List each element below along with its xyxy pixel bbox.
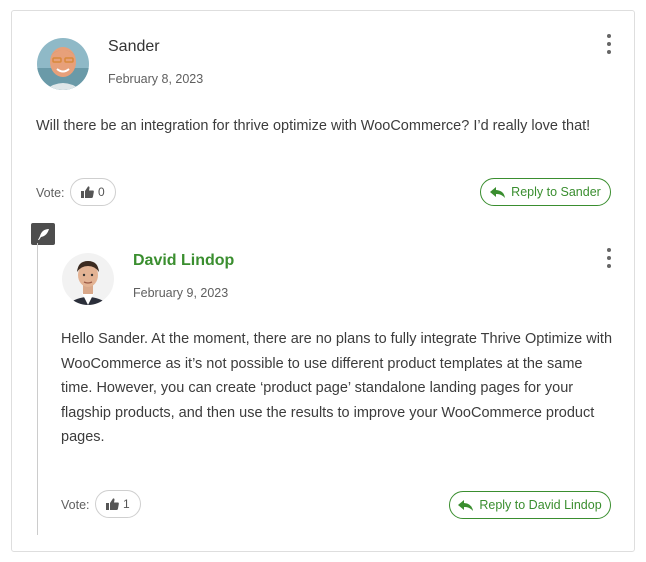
thumbs-up-icon xyxy=(106,498,119,510)
thread-badge xyxy=(31,223,55,245)
reply-button[interactable]: Reply to Sander xyxy=(480,178,611,206)
reply-text-line: pages. xyxy=(61,429,105,445)
sander-avatar xyxy=(37,38,89,90)
thumbs-up-icon xyxy=(81,186,94,198)
reply-date: February 9, 2023 xyxy=(133,286,229,300)
comment-date: February 8, 2023 xyxy=(108,72,204,86)
kebab-menu-icon[interactable] xyxy=(604,34,614,54)
vote-button[interactable]: 0 xyxy=(70,178,116,206)
reply-text: Hello Sander. At the moment, there are n… xyxy=(61,327,626,450)
reply-text-line: time. However, you can create ‘product p… xyxy=(61,380,574,396)
reply-arrow-icon xyxy=(490,186,506,198)
reply-text-line: Hello Sander. At the moment, there are n… xyxy=(61,331,613,347)
reply-text-line: flagship products, and then use the resu… xyxy=(61,404,595,421)
vote-label: Vote: xyxy=(61,498,90,512)
reply-author[interactable]: David Lindop xyxy=(133,252,234,270)
comment-author[interactable]: Sander xyxy=(108,38,160,56)
reply-button-label: Reply to David Lindop xyxy=(479,498,602,512)
thread-line xyxy=(37,243,38,535)
vote-count: 0 xyxy=(98,185,105,199)
reply-text-line: WooCommerce as it’s not possible to use … xyxy=(61,355,583,372)
kebab-menu-icon[interactable] xyxy=(604,248,614,268)
comment-text: Will there be an integration for thrive … xyxy=(36,118,591,134)
comment-card: Sander February 8, 2023 Will there be an… xyxy=(11,10,635,552)
reply-button[interactable]: Reply to David Lindop xyxy=(449,491,611,519)
feather-icon xyxy=(37,228,49,240)
reply-button-label: Reply to Sander xyxy=(511,185,601,199)
vote-button[interactable]: 1 xyxy=(95,490,141,518)
reply-arrow-icon xyxy=(458,499,474,511)
david-lindop-avatar xyxy=(62,253,114,305)
vote-count: 1 xyxy=(123,497,130,511)
vote-label: Vote: xyxy=(36,186,65,200)
